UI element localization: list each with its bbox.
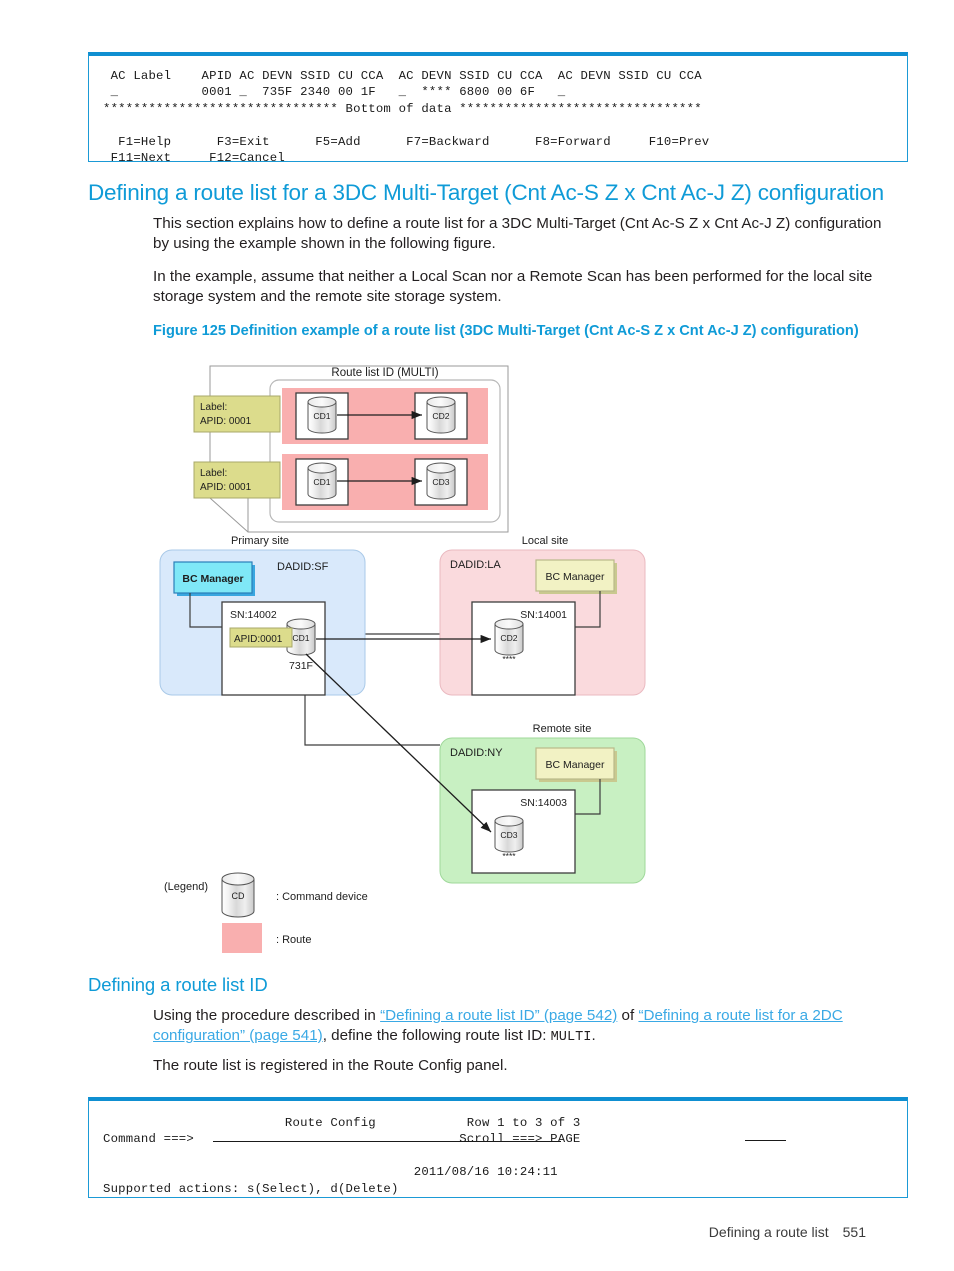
- cd-cylinder-icon: CD2: [494, 618, 524, 656]
- para-a-post: , define the following route list ID:: [322, 1027, 551, 1044]
- legend-title: (Legend): [164, 881, 208, 893]
- bc-manager-local-label: BC Manager: [546, 571, 605, 583]
- para-a-pre: Using the procedure described in: [153, 1007, 381, 1024]
- route1-label-line2: APID: 0001: [200, 416, 252, 427]
- bc-manager-remote: BC Manager: [535, 747, 617, 782]
- route1-target-label: CD2: [432, 411, 449, 421]
- local-sn: SN:14001: [520, 609, 567, 621]
- site-title-local: Local site: [522, 535, 568, 547]
- local-device-label: CD2: [500, 633, 517, 643]
- intro-paragraph-1: This section explains how to define a ro…: [153, 215, 882, 252]
- page-title: Defining a route list for a 3DC Multi-Ta…: [88, 180, 884, 205]
- primary-remote-link: [304, 695, 440, 746]
- local-stars: ****: [502, 654, 516, 664]
- site-title-remote: Remote site: [533, 723, 592, 735]
- bc-manager-remote-label: BC Manager: [546, 759, 605, 771]
- route-list-diagram: Route list ID (MULTI) CD1 CD2 Label: API…: [150, 362, 790, 962]
- route1-source-label: CD1: [313, 411, 330, 421]
- cd-cylinder-icon: CD2: [426, 396, 456, 434]
- legend-route-text: : Route: [276, 934, 311, 946]
- primary-sn: SN:14002: [230, 609, 277, 621]
- cd-cylinder-icon: CD3: [494, 815, 524, 853]
- subsection-title: Defining a route list ID: [88, 974, 268, 995]
- legend-route-swatch: [222, 923, 262, 953]
- route1-label-callout: Label: APID: 0001: [193, 395, 281, 433]
- remote-sn: SN:14003: [520, 797, 567, 809]
- site-title-primary: Primary site: [231, 535, 289, 547]
- bc-manager-local: BC Manager: [535, 559, 617, 594]
- remote-stars: ****: [502, 851, 516, 861]
- remote-dadid: DADID:NY: [450, 747, 503, 759]
- cd-cylinder-icon: CD1: [307, 462, 337, 500]
- primary-dadid: DADID:SF: [277, 561, 329, 573]
- footer-section-label: Defining a route list: [708, 1224, 829, 1240]
- local-dadid: DADID:LA: [450, 559, 501, 571]
- link-defining-route-list-id[interactable]: “Defining a route list ID” (page 542): [380, 1007, 617, 1024]
- para-a-end: .: [591, 1027, 596, 1044]
- route1-label-line1: Label:: [200, 402, 227, 413]
- terminal-bottom-text: Route Config Row 1 to 3 of 3 Command ===…: [103, 1116, 581, 1196]
- route2-target-label: CD3: [432, 477, 449, 487]
- primary-apid-label: APID:0001: [234, 634, 283, 645]
- document-page: AC Label APID AC DEVN SSID CU CCA AC DEV…: [0, 0, 954, 1271]
- subsection-paragraph-2: The route list is registered in the Rout…: [153, 1057, 508, 1074]
- subsection-paragraph-1: Using the procedure described in “Defini…: [153, 1006, 895, 1048]
- route2-label-callout: Label: APID: 0001: [193, 461, 281, 499]
- route2-label-line2: APID: 0001: [200, 482, 252, 493]
- route-list-id-value: MULTI: [550, 1030, 592, 1045]
- figure-caption: Figure 125 Definition example of a route…: [153, 323, 859, 339]
- route2-label-line1: Label:: [200, 468, 227, 479]
- legend-cd-icon: CD: [221, 872, 255, 918]
- route-config-terminal-panel: Route Config Row 1 to 3 of 3 Command ===…: [88, 1097, 908, 1198]
- legend-cd-glyph: CD: [232, 891, 245, 901]
- route-list-title: Route list ID (MULTI): [331, 367, 438, 379]
- para-a-mid: of: [617, 1007, 639, 1024]
- primary-device-label: CD1: [292, 633, 309, 643]
- cd-cylinder-icon: CD3: [426, 462, 456, 500]
- remote-device-label: CD3: [500, 830, 517, 840]
- intro-paragraph-2: In the example, assume that neither a Lo…: [153, 268, 873, 305]
- scroll-value-underline: [745, 1140, 786, 1141]
- primary-apid-callout: APID:0001: [229, 627, 293, 648]
- legend-device-text: : Command device: [276, 891, 368, 903]
- terminal-top-text: AC Label APID AC DEVN SSID CU CCA AC DEV…: [103, 69, 710, 166]
- page-footer: Defining a route list 551: [0, 1224, 866, 1240]
- bc-manager-primary: BC Manager: [173, 561, 255, 596]
- ac-label-terminal-panel: AC Label APID AC DEVN SSID CU CCA AC DEV…: [88, 52, 908, 165]
- footer-page-number: 551: [842, 1224, 866, 1240]
- primary-devn: 731F: [289, 660, 313, 672]
- cd-cylinder-icon: CD1: [307, 396, 337, 434]
- route2-source-label: CD1: [313, 477, 330, 487]
- bc-manager-primary-label: BC Manager: [182, 573, 243, 585]
- command-input-underline[interactable]: [213, 1141, 561, 1142]
